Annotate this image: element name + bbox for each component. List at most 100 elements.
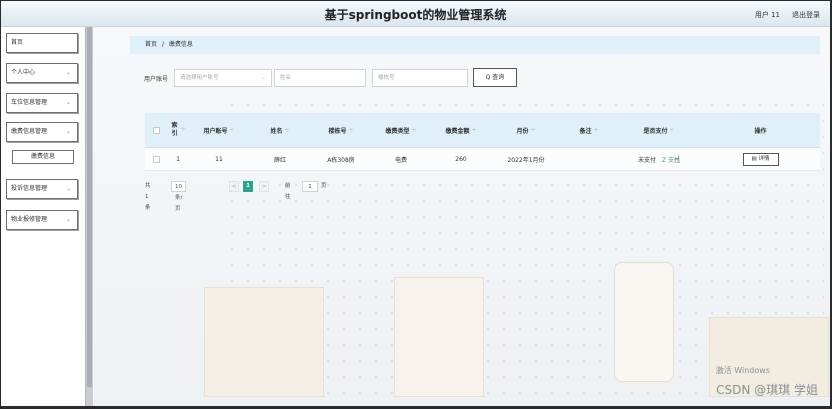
cell-name: 薛红	[273, 156, 286, 164]
nav-item-label: 车位信息管理	[11, 99, 48, 106]
building-input[interactable]: 楼栋号	[372, 69, 468, 87]
cell-paid: 未支付 Z 支付	[617, 148, 701, 170]
nav-item-parking[interactable]: 车位信息管理 ⌄	[6, 93, 78, 113]
app-title: 基于springboot的物业管理系统	[324, 8, 507, 22]
nav-item-payment[interactable]: 缴费信息管理 ⌄	[6, 122, 78, 142]
sort-icon: ÷	[669, 126, 675, 134]
col-paid[interactable]: 是否支付 ÷	[617, 113, 701, 147]
nav-item-repairs[interactable]: 物业报修管理 ⌄	[6, 210, 78, 230]
sort-icon: ÷	[180, 126, 186, 133]
sort-icon: ÷	[284, 126, 290, 134]
row-select-cell	[145, 148, 167, 170]
background-cylinder	[614, 262, 674, 382]
paid-status: 未支付	[637, 156, 656, 164]
detail-button[interactable]: ▤ 详情	[742, 152, 779, 166]
csdn-watermark: CSDN @琪琪 学姐	[716, 383, 818, 397]
sort-icon: ÷	[411, 126, 417, 134]
col-account-label: 用户账号	[203, 127, 228, 135]
table-header: 索引 ÷ 用户账号 ÷ 姓名 ÷ 楼栋号 ÷ 缴费类型 ÷ 缴费金额 ÷ 月份 ÷ 备注 ÷ 是…	[145, 113, 820, 148]
mouse-cursor-icon: ☝	[674, 155, 681, 166]
col-month[interactable]: 月份 ÷	[491, 113, 561, 147]
col-building[interactable]: 楼栋号 ÷	[311, 113, 371, 147]
nav-item-personal-center[interactable]: 个人中心 ⌄	[6, 63, 78, 83]
breadcrumb-current: 缴费信息	[168, 41, 193, 48]
col-name-label: 姓名	[270, 127, 283, 135]
sidebar: 首页 个人中心 ⌄ 车位信息管理 ⌄ 缴费信息管理 ⌄ 缴费信息 投诉信息管理 …	[1, 27, 85, 406]
select-all-cell	[145, 113, 167, 147]
background-block	[204, 287, 324, 397]
chevron-down-icon: ⌄	[65, 99, 71, 106]
cell-amount: 260	[455, 155, 467, 163]
nav-item-label: 物业报修管理	[11, 216, 48, 223]
name-input[interactable]: 姓名	[274, 69, 366, 87]
page-1-button[interactable]: 1	[243, 181, 253, 192]
sort-icon: ÷	[530, 126, 536, 134]
select-all-checkbox[interactable]	[152, 126, 160, 134]
col-type-label: 缴费类型	[385, 127, 410, 135]
breadcrumb-home[interactable]: 首页	[145, 41, 157, 48]
col-building-label: 楼栋号	[328, 127, 347, 135]
pager-total: 共 1 条	[145, 183, 151, 211]
chevron-down-icon: ⌄	[65, 185, 71, 192]
col-paid-label: 是否支付	[643, 127, 668, 135]
goto-page-input[interactable]: 1	[302, 181, 318, 192]
col-index[interactable]: 索引 ÷	[167, 113, 189, 147]
sort-icon: ÷	[471, 126, 477, 134]
col-actions: 操作	[701, 113, 820, 147]
cell-index: 1	[176, 155, 180, 163]
chevron-down-icon: ⌄	[261, 75, 266, 81]
building-placeholder: 楼栋号	[378, 75, 395, 81]
current-user: 用户 11	[754, 11, 780, 19]
payment-table: 索引 ÷ 用户账号 ÷ 姓名 ÷ 楼栋号 ÷ 缴费类型 ÷ 缴费金额 ÷ 月份 ÷ 备注 ÷ 是…	[145, 113, 820, 171]
col-month-label: 月份	[516, 127, 529, 135]
sort-icon: ÷	[593, 126, 599, 134]
account-placeholder: 请选择用户账号	[180, 75, 219, 81]
nav-item-label: 个人中心	[11, 69, 36, 76]
app-window: 基于springboot的物业管理系统 用户 11 退出登录 首页 个人中心 ⌄…	[1, 1, 830, 406]
nav-item-complaints[interactable]: 投诉信息管理 ⌄	[6, 179, 78, 199]
breadcrumb-separator: /	[161, 41, 164, 48]
background-block	[394, 277, 484, 397]
chevron-down-icon: ⌄	[65, 128, 71, 135]
cell-account: 11	[215, 155, 223, 163]
page-size-select[interactable]: 10条/页	[171, 181, 187, 212]
logout-link[interactable]: 退出登录	[792, 10, 820, 20]
search-button[interactable]: Q 查询	[473, 68, 517, 87]
row-checkbox[interactable]	[152, 155, 160, 163]
col-amount[interactable]: 缴费金额 ÷	[431, 113, 491, 147]
nav-item-label: 投诉信息管理	[11, 185, 48, 192]
goto-suffix: 页	[321, 183, 327, 189]
chevron-down-icon: ⌄	[65, 216, 71, 223]
breadcrumb: 首页 / 缴费信息	[130, 36, 820, 54]
nav-subitem-payment-info[interactable]: 缴费信息	[12, 150, 74, 164]
col-index-label: 索引	[171, 122, 178, 137]
cell-type: 电费	[394, 156, 407, 164]
nav-item-home[interactable]: 首页	[6, 33, 78, 53]
col-type[interactable]: 缴费类型 ÷	[371, 113, 431, 147]
name-placeholder: 姓名	[280, 75, 292, 81]
windows-activation-watermark: 激活 Windows	[715, 366, 770, 375]
col-note-label: 备注	[579, 127, 592, 135]
col-name[interactable]: 姓名 ÷	[249, 113, 311, 147]
cell-building: A栋308房	[327, 156, 355, 164]
sort-icon: ÷	[348, 126, 354, 134]
col-account[interactable]: 用户账号 ÷	[189, 113, 249, 147]
detail-label: 详情	[758, 155, 770, 162]
goto-label: 前往	[285, 183, 291, 200]
sort-icon: ÷	[229, 126, 235, 134]
next-page-button[interactable]: >	[259, 181, 269, 192]
account-label: 用户账号	[144, 76, 169, 83]
sidebar-scrollbar[interactable]	[85, 27, 93, 406]
account-select[interactable]: 请选择用户账号 ⌄	[174, 69, 272, 87]
nav-item-label: 首页	[11, 39, 24, 46]
prev-page-button[interactable]: <	[229, 181, 239, 192]
col-actions-label: 操作	[754, 127, 767, 135]
nav-item-label: 缴费信息管理	[11, 128, 48, 135]
main-content: 首页 / 缴费信息 用户账号 请选择用户账号 ⌄ 姓名 楼栋号 Q 查询 索引 ÷…	[94, 27, 830, 406]
header: 基于springboot的物业管理系统 用户 11 退出登录	[1, 1, 830, 27]
scrollbar-thumb[interactable]	[87, 27, 92, 387]
chevron-down-icon: ⌄	[65, 69, 71, 76]
cell-actions: ▤ 详情	[701, 148, 820, 170]
table-row[interactable]: 1 11 薛红 A栋308房 电费 260 2022年1月份 未支付 Z 支付 …	[145, 148, 820, 171]
col-note[interactable]: 备注 ÷	[561, 113, 617, 147]
